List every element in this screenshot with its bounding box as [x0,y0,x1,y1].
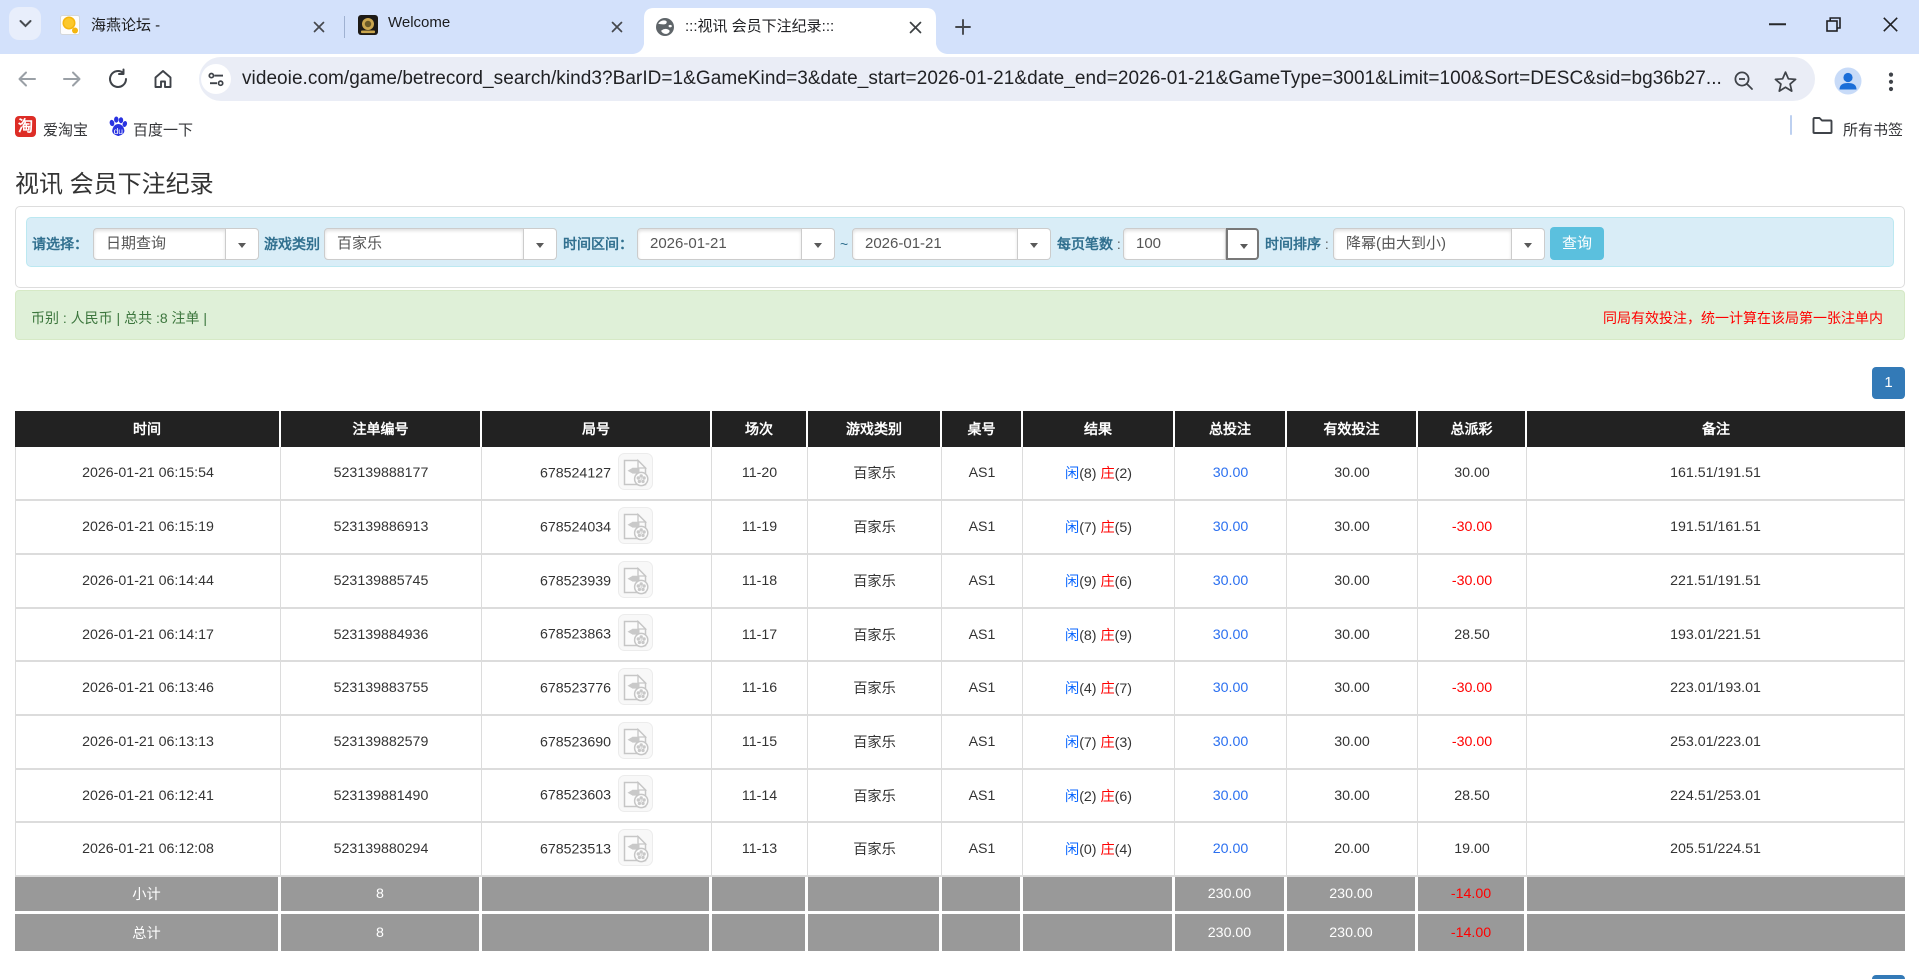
svg-text:du: du [114,126,124,136]
